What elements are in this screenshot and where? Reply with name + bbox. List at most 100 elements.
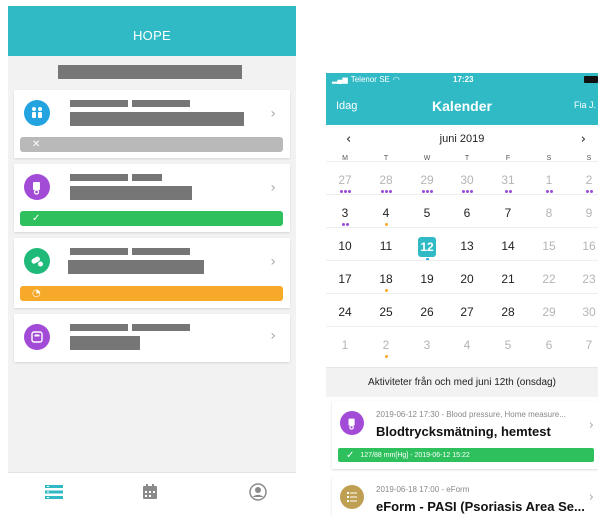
day-number: 27 <box>338 173 352 187</box>
calendar-day-selected[interactable]: 12 <box>414 237 440 262</box>
day-number: 28 <box>379 173 393 187</box>
calendar-day[interactable]: 13 <box>454 237 480 260</box>
calendar-day[interactable]: 28 <box>373 171 399 194</box>
event-dots <box>454 355 480 359</box>
day-number: 4 <box>382 206 390 220</box>
activity-card-4[interactable]: › <box>14 314 290 362</box>
day-number: 6 <box>545 338 553 352</box>
event-dot <box>339 190 343 193</box>
calendar-day[interactable]: 19 <box>414 270 440 293</box>
calendar-day[interactable]: 1 <box>332 336 358 359</box>
day-number: 2 <box>585 173 593 187</box>
day-number: 21 <box>501 272 515 286</box>
day-number: 23 <box>582 272 596 286</box>
calendar-day[interactable]: 6 <box>536 336 562 359</box>
calendar-day[interactable]: 5 <box>414 204 440 227</box>
redacted-text <box>70 100 128 107</box>
day-number: 13 <box>460 239 474 253</box>
activity-meta: 2019-06-12 17:30 - Blood pressure, Home … <box>376 410 566 419</box>
activity-item-2[interactable]: 2019-06-18 17:00 - eForm eForm - PASI (P… <box>332 477 598 516</box>
day-number: 28 <box>501 305 515 319</box>
calendar-day[interactable]: 10 <box>332 237 358 260</box>
redacted-text <box>68 260 204 274</box>
status-bar-pending: ◔ <box>20 286 283 301</box>
calendar-day[interactable]: 30 <box>576 303 598 326</box>
event-dot <box>504 190 508 193</box>
calendar-day[interactable]: 27 <box>332 171 358 194</box>
day-number: 12 <box>418 237 436 257</box>
calendar-day[interactable]: 22 <box>536 270 562 293</box>
checkmark-icon: ✓ <box>346 449 355 461</box>
calendar-week-row: 17 18 19 20 21 22 23 <box>326 260 598 293</box>
chevron-right-icon[interactable]: › <box>581 132 586 147</box>
calendar-day[interactable]: 7 <box>495 204 521 227</box>
event-dot <box>589 190 593 193</box>
user-name[interactable]: Fia J. <box>574 100 596 110</box>
redacted-text <box>70 174 128 181</box>
event-dot <box>585 190 589 193</box>
calendar-day[interactable]: 17 <box>332 270 358 293</box>
status-bar-cancelled: ✕ <box>20 137 283 152</box>
activities-header: Aktiviteter från och med juni 12th (onsd… <box>326 367 598 397</box>
event-dots <box>332 355 358 359</box>
status-bar: ▂▄▆ Telenor SE ◠ 17:23 <box>326 73 598 87</box>
calendar-day[interactable]: 28 <box>495 303 521 326</box>
activity-card-2[interactable]: › ✓ <box>14 164 290 232</box>
calendar-day[interactable]: 3 <box>332 204 358 227</box>
checkmark-icon: ✓ <box>32 213 41 224</box>
activity-card-3[interactable]: › ◔ <box>14 238 290 308</box>
calendar-day[interactable]: 3 <box>414 336 440 359</box>
calendar-day[interactable]: 24 <box>332 303 358 326</box>
calendar-day[interactable]: 27 <box>454 303 480 326</box>
redacted-text <box>132 324 190 331</box>
redacted-text <box>70 186 192 200</box>
calendar-day[interactable]: 16 <box>576 237 598 260</box>
calendar-day[interactable]: 18 <box>373 270 399 293</box>
event-dot <box>469 190 473 193</box>
calendar-day[interactable]: 14 <box>495 237 521 260</box>
calendar-day[interactable]: 1 <box>536 171 562 194</box>
redacted-text <box>132 100 190 107</box>
event-dot <box>384 355 388 358</box>
calendar-week-row: 24 25 26 27 28 29 30 <box>326 293 598 326</box>
bottom-tab-bar <box>8 472 296 510</box>
calendar-day[interactable]: 11 <box>373 237 399 260</box>
activity-title: eForm - PASI (Psoriasis Area Se... <box>376 499 585 514</box>
calendar-day[interactable]: 15 <box>536 237 562 260</box>
day-number: 5 <box>504 338 512 352</box>
calendar-day[interactable]: 23 <box>576 270 598 293</box>
hope-app-screen: HOPE › ✕ › ✓ › ◔ › <box>8 6 296 510</box>
calendar-day[interactable]: 25 <box>373 303 399 326</box>
activity-card-1[interactable]: › ✕ <box>14 90 290 158</box>
day-number: 30 <box>460 173 474 187</box>
calendar-day[interactable]: 6 <box>454 204 480 227</box>
event-dot <box>545 190 549 193</box>
calendar-day[interactable]: 29 <box>536 303 562 326</box>
event-dot <box>384 223 388 226</box>
calendar-icon[interactable] <box>140 483 160 501</box>
carrier-label: ▂▄▆ Telenor SE ◠ <box>332 75 400 84</box>
day-number: 7 <box>504 206 512 220</box>
calendar-day[interactable]: 4 <box>373 204 399 227</box>
activity-item-1[interactable]: 2019-06-12 17:30 - Blood pressure, Home … <box>332 401 598 469</box>
calendar-day[interactable]: 4 <box>454 336 480 359</box>
calendar-day[interactable]: 9 <box>576 204 598 227</box>
calendar-day[interactable]: 21 <box>495 270 521 293</box>
day-number: 9 <box>585 206 593 220</box>
calendar-day[interactable]: 2 <box>576 171 598 194</box>
day-number: 30 <box>582 305 596 319</box>
event-dot <box>388 190 392 193</box>
calendar-day[interactable]: 30 <box>454 171 480 194</box>
calendar-day[interactable]: 29 <box>414 171 440 194</box>
calendar-day[interactable]: 20 <box>454 270 480 293</box>
calendar-day[interactable]: 8 <box>536 204 562 227</box>
calendar-day[interactable]: 31 <box>495 171 521 194</box>
calendar-day[interactable]: 26 <box>414 303 440 326</box>
calendar-day[interactable]: 2 <box>373 336 399 359</box>
list-icon[interactable] <box>44 483 64 501</box>
page-title: Kalender <box>432 98 492 114</box>
calendar-app-screen: ▂▄▆ Telenor SE ◠ 17:23 Idag Kalender Fia… <box>326 73 598 516</box>
calendar-day[interactable]: 5 <box>495 336 521 359</box>
profile-icon[interactable] <box>248 483 268 501</box>
calendar-day[interactable]: 7 <box>576 336 598 359</box>
